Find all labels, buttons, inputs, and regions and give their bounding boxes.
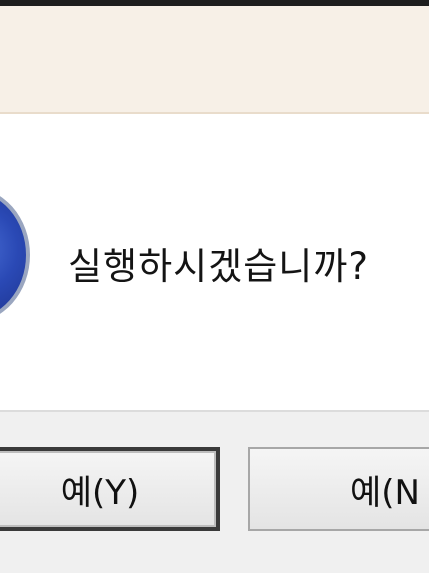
- no-button-label: 예(N: [350, 472, 420, 513]
- confirm-dialog: 실행하시겠습니까? 예(Y) 예(N: [0, 0, 429, 573]
- title-bar[interactable]: [0, 6, 429, 114]
- yes-button[interactable]: 예(Y): [0, 447, 220, 531]
- no-button[interactable]: 예(N: [248, 447, 429, 531]
- yes-button-label: 예(Y): [60, 472, 140, 513]
- dialog-message: 실행하시겠습니까?: [68, 245, 369, 288]
